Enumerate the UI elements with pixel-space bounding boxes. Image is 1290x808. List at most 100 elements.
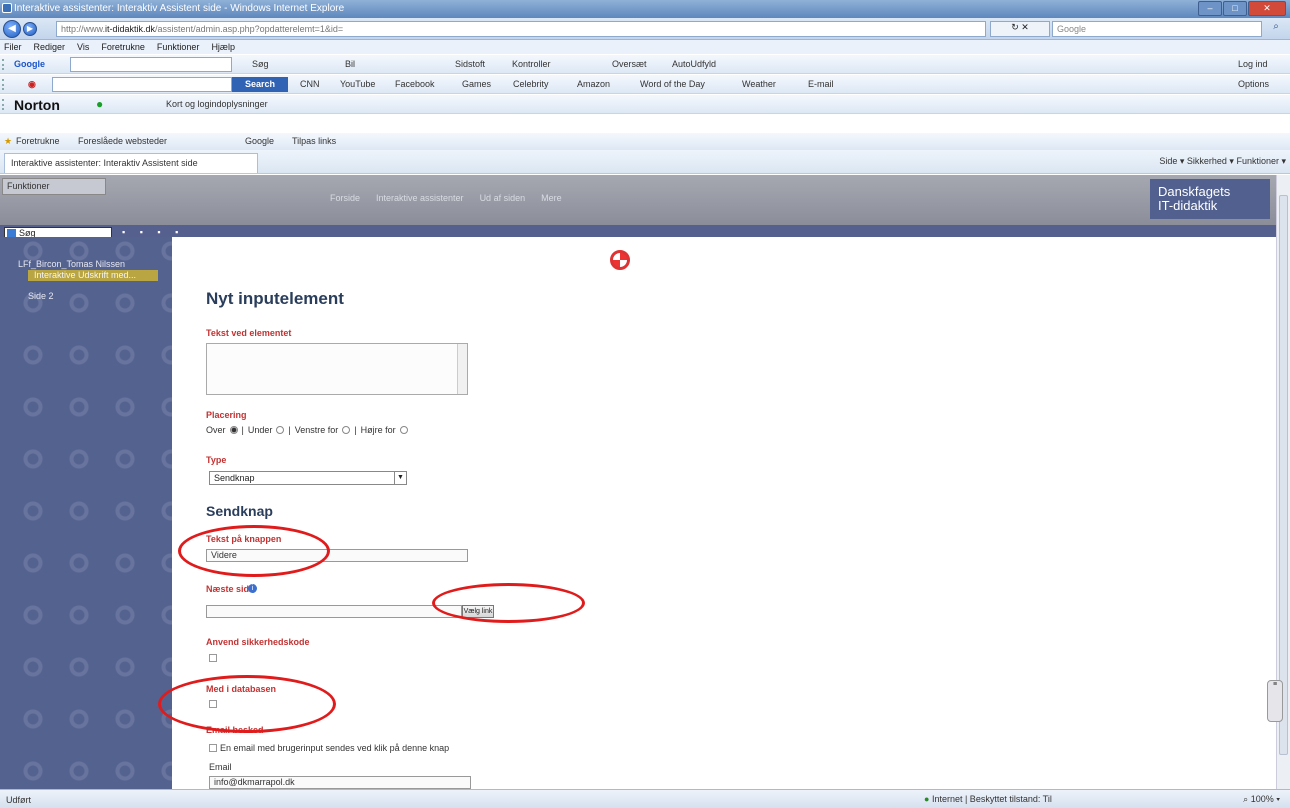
link-email[interactable]: E-mail <box>808 79 834 89</box>
send-email-checkbox[interactable] <box>209 744 217 752</box>
address-input[interactable]: http://www.it-didaktik.dk/assistent/admi… <box>56 21 986 37</box>
link-celebrity[interactable]: Celebrity <box>513 79 549 89</box>
chevron-down-icon[interactable]: ▼ <box>394 472 406 484</box>
menu-tools[interactable]: Funktioner <box>157 40 200 54</box>
nav-item-exit[interactable]: Ud af siden <box>480 193 526 203</box>
link-weather[interactable]: Weather <box>742 79 776 89</box>
tree-item-side2[interactable]: Side 2 <box>18 291 158 302</box>
norton-check-icon[interactable]: ● <box>96 97 103 111</box>
brand-line-2: IT-didaktik <box>1158 198 1218 213</box>
google-search-button[interactable]: Søg <box>252 59 269 69</box>
close-button[interactable]: ✕ <box>1248 1 1286 16</box>
page-title: Nyt inputelement <box>206 289 344 308</box>
toolbar-grip <box>2 59 5 70</box>
norton-identity-link[interactable]: Kort og logindoplysninger <box>166 99 268 109</box>
link-games[interactable]: Games <box>462 79 491 89</box>
google-toolbar: Google Søg Bil Sidstoft Kontroller Overs… <box>0 55 1290 74</box>
element-text-textarea[interactable] <box>206 343 468 395</box>
app-header: Funktioner Forside Interaktive assistent… <box>0 175 1276 225</box>
search-icon[interactable]: ⌕ <box>1266 21 1286 37</box>
favorites-star-icon[interactable]: ★ <box>4 136 12 147</box>
type-select[interactable]: Sendknap ▼ <box>209 471 407 485</box>
brand-line-1: Danskfagets <box>1158 184 1231 199</box>
link-word-of-the-day[interactable]: Word of the Day <box>640 79 705 89</box>
placement-left-radio[interactable] <box>342 426 351 434</box>
google-bookmarks-button[interactable]: Sidstoft <box>455 59 485 69</box>
minimize-button[interactable]: – <box>1198 1 1222 16</box>
toolbar-search-input[interactable] <box>52 77 232 92</box>
sidebar: LFf_Bircon_Tomas Nilssen Interaktive Uds… <box>0 237 172 789</box>
placement-over-radio[interactable] <box>229 426 238 434</box>
nav-item-home[interactable]: Forside <box>330 193 360 203</box>
link-cnn[interactable]: CNN <box>300 79 320 89</box>
nav-item-assistants[interactable]: Interaktive assistenter <box>376 193 464 203</box>
back-icon[interactable]: ◀ <box>3 20 21 38</box>
search-input[interactable]: Google <box>1052 21 1262 37</box>
suggested-sites-link[interactable]: Foreslåede websteder <box>78 136 167 146</box>
menu-edit[interactable]: Rediger <box>34 40 66 54</box>
next-page-input[interactable] <box>206 605 462 618</box>
placement-under-label: Under <box>247 425 273 435</box>
safe-mode-checkbox[interactable] <box>209 654 217 662</box>
text-label: Tekst ved elementet <box>206 328 292 338</box>
ask-logo-icon: ◉ <box>28 79 36 89</box>
google-login-link[interactable]: Log ind <box>1238 59 1268 69</box>
send-email-label: En email med brugerinput sendes ved klik… <box>220 743 450 753</box>
menu-view[interactable]: Vis <box>77 40 89 54</box>
search-toolbar: ◉ Search CNN YouTube Facebook Games Cele… <box>0 75 1290 94</box>
toolbar-search-button[interactable]: Search <box>232 77 288 92</box>
address-tools[interactable]: ↻ ✕ <box>990 21 1050 37</box>
toolbar-grip <box>2 79 5 90</box>
link-amazon[interactable]: Amazon <box>577 79 610 89</box>
google-autofill-button[interactable]: AutoUdfyld <box>672 59 716 69</box>
security-zone-label: Internet | Beskyttet tilstand: Til <box>931 794 1052 804</box>
google-check-button[interactable]: Kontroller <box>512 59 551 69</box>
menu-favorites[interactable]: Foretrukne <box>101 40 145 54</box>
scrollbar-thumb[interactable] <box>1279 195 1288 755</box>
link-youtube[interactable]: YouTube <box>340 79 375 89</box>
browser-tab[interactable]: Interaktive assistenter: Interaktiv Assi… <box>4 153 258 173</box>
tree-item-selected[interactable]: Interaktive Udskrift med... <box>28 270 158 281</box>
placement-radio-group: Over | Under | Venstre for | Højre for <box>206 425 408 435</box>
google-search-input[interactable] <box>70 57 232 72</box>
section-heading: Sendknap <box>206 503 273 519</box>
side-widget-handle[interactable]: ≡ <box>1267 680 1283 722</box>
refresh-icon[interactable]: ↻ <box>1011 22 1019 32</box>
stop-icon[interactable]: ✕ <box>1021 22 1029 32</box>
email-input[interactable]: info@dkmarrapol.dk <box>209 776 471 789</box>
zoom-level[interactable]: ⌕ 100% ▾ <box>1243 794 1280 805</box>
google-image-button[interactable]: Bil <box>345 59 355 69</box>
sidebar-tab-functions[interactable]: Funktioner <box>2 178 106 195</box>
maximize-button[interactable]: □ <box>1223 1 1247 16</box>
brand-logo: Danskfagets IT-didaktik <box>1150 179 1270 219</box>
status-bar: Udført ● Internet | Beskyttet tilstand: … <box>0 789 1290 808</box>
favorites-bar: ★ Foretrukne Foreslåede websteder Google… <box>0 133 1290 150</box>
customize-links-link[interactable]: Tilpas links <box>292 136 336 146</box>
favorites-button[interactable]: Foretrukne <box>16 136 60 146</box>
placement-under-radio[interactable] <box>276 426 285 434</box>
textarea-scrollbar[interactable] <box>457 344 467 394</box>
info-icon[interactable]: i <box>248 584 257 593</box>
magnifier-icon: ⌕ <box>1243 794 1249 804</box>
menu-help[interactable]: Hjælp <box>211 40 235 54</box>
tool-strip <box>0 225 1276 237</box>
help-lifebuoy-icon[interactable] <box>610 250 630 270</box>
tree-item-root[interactable]: LFf_Bircon_Tomas Nilssen <box>18 259 158 270</box>
toolbar-grip <box>2 99 5 110</box>
command-bar[interactable]: Side ▾ Sikkerhed ▾ Funktioner ▾ <box>1159 156 1286 167</box>
google-translate-button[interactable]: Oversæt <box>612 59 647 69</box>
link-facebook[interactable]: Facebook <box>395 79 435 89</box>
menu-bar: Filer Rediger Vis Foretrukne Funktioner … <box>0 40 1290 54</box>
nav-item-more[interactable]: Mere <box>541 193 562 203</box>
menu-file[interactable]: Filer <box>4 40 22 54</box>
status-text: Udført <box>6 795 32 805</box>
globe-icon: ● <box>924 794 930 804</box>
window-titlebar: Interaktive assistenter: Interaktiv Assi… <box>0 0 1290 18</box>
toolbar-options[interactable]: Options <box>1238 79 1269 89</box>
placement-left-label: Venstre for <box>294 425 339 435</box>
placement-right-radio[interactable] <box>399 426 408 434</box>
google-favorite-link[interactable]: Google <box>245 136 274 146</box>
forward-icon[interactable]: ▶ <box>23 22 37 36</box>
strip-icons[interactable]: ▪ ▪ ▪ ▪ <box>122 227 184 237</box>
security-zone[interactable]: ● Internet | Beskyttet tilstand: Til <box>924 794 1052 804</box>
